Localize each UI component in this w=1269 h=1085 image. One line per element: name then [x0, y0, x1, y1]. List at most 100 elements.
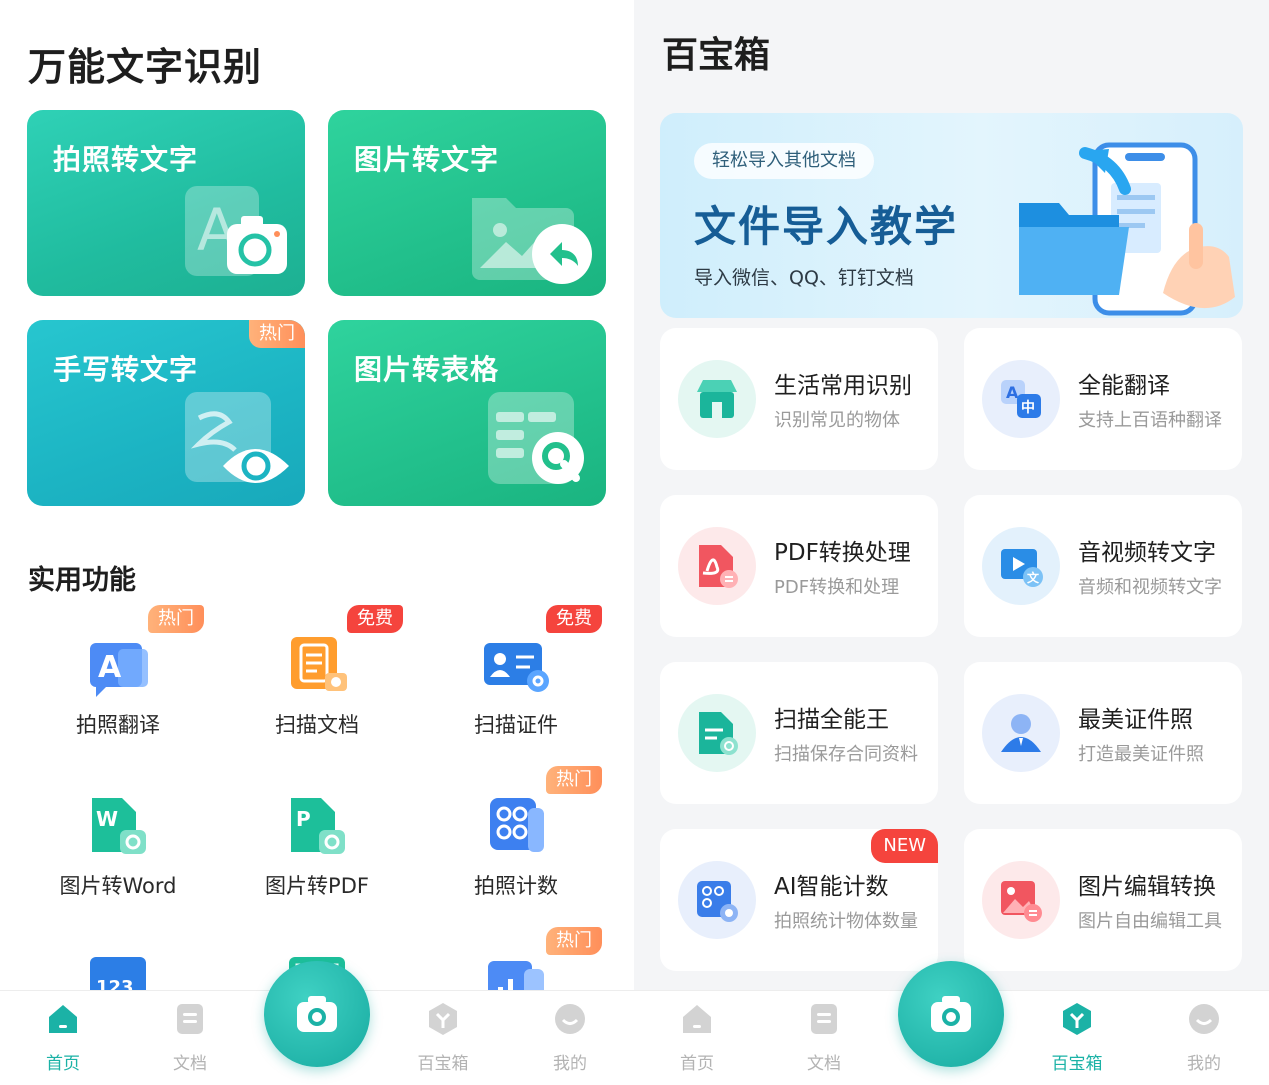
- nav-profile[interactable]: 我的: [1159, 1001, 1249, 1074]
- hot-tag: 热门: [249, 320, 305, 348]
- tool-desc: 打造最美证件照: [1078, 744, 1204, 765]
- profile-icon: [555, 1004, 585, 1034]
- tool-desc: 扫描保存合同资料: [774, 744, 918, 765]
- card-label: 图片转表格: [354, 353, 500, 386]
- video-text-icon: 文: [1001, 549, 1043, 587]
- document-icon: [177, 1004, 203, 1034]
- tool-desc: PDF转换和处理: [774, 577, 900, 598]
- id-card-icon: [484, 643, 549, 692]
- nav-toolbox[interactable]: 百宝箱: [398, 1001, 488, 1074]
- nav-home[interactable]: 首页: [652, 1001, 742, 1074]
- profile-icon: [1189, 1004, 1219, 1034]
- tool-desc: 识别常见的物体: [774, 410, 900, 431]
- nav-label: 百宝箱: [417, 1054, 469, 1074]
- nav-label: 文档: [807, 1054, 841, 1074]
- bottom-nav: 首页 文档 百宝箱 我的: [634, 961, 1269, 1085]
- scan-master-icon: [699, 712, 738, 755]
- bottom-nav: 首页 文档 百宝箱 我的: [0, 961, 634, 1085]
- tool-desc: 支持上百语种翻译: [1078, 410, 1222, 431]
- document-icon: [811, 1004, 837, 1034]
- home-screen: 万能文字识别 拍照转文字 A 图片转文字 手写转文字 热门 图片转表格 实用功能…: [0, 0, 634, 1085]
- scanner-card[interactable]: 扫描全能王 扫描保存合同资料: [660, 662, 938, 804]
- nav-label: 百宝箱: [1051, 1054, 1103, 1074]
- camera-icon: [931, 996, 971, 1032]
- tool-desc: 拍照统计物体数量: [774, 911, 918, 932]
- hot-tag: 热门: [148, 605, 204, 633]
- image-edit-card[interactable]: 图片编辑转换 图片自由编辑工具: [964, 829, 1242, 971]
- pdf-icon: [699, 545, 738, 588]
- camera-button[interactable]: [264, 961, 370, 1067]
- image-to-word-item[interactable]: W 图片转Word: [18, 766, 218, 916]
- nav-label: 文档: [173, 1054, 207, 1074]
- card-label: 拍照转文字: [53, 143, 199, 176]
- camera-text-icon: A: [185, 186, 287, 276]
- life-recognition-card[interactable]: 生活常用识别 识别常见的物体: [660, 328, 938, 470]
- photo-translate-item[interactable]: 热门 A 拍照翻译: [18, 605, 218, 755]
- camera-icon: [297, 996, 337, 1032]
- tool-name: AI智能计数: [774, 874, 889, 900]
- nav-toolbox[interactable]: 百宝箱: [1032, 1001, 1122, 1074]
- table-search-icon: [488, 392, 584, 484]
- image-to-pdf-item[interactable]: P 图片转PDF: [217, 766, 417, 916]
- count-icon: [490, 798, 544, 852]
- scan-document-item[interactable]: 免费 扫描文档: [217, 605, 417, 755]
- page-title: 万能文字识别: [28, 45, 263, 89]
- store-icon: [697, 380, 737, 418]
- nav-label: 我的: [1187, 1054, 1221, 1074]
- photo-count-item[interactable]: 热门 拍照计数: [416, 766, 616, 916]
- func-label: 图片转Word: [59, 874, 177, 898]
- nav-document[interactable]: 文档: [779, 1001, 869, 1074]
- home-icon: [49, 1005, 77, 1033]
- photo-to-text-card[interactable]: 拍照转文字 A: [27, 110, 305, 296]
- image-to-text-card[interactable]: 图片转文字: [328, 110, 606, 296]
- pdf-convert-icon: P: [291, 798, 345, 854]
- ai-count-icon: [697, 881, 738, 922]
- svg-text:A: A: [98, 650, 122, 685]
- nav-label: 首页: [680, 1054, 714, 1074]
- hot-tag: 热门: [546, 927, 602, 955]
- tool-name: 音视频转文字: [1078, 540, 1216, 566]
- tool-desc: 图片自由编辑工具: [1078, 911, 1222, 932]
- new-tag: NEW: [871, 829, 938, 863]
- image-to-table-card[interactable]: 图片转表格: [328, 320, 606, 506]
- translate-photo-icon: A: [90, 643, 148, 697]
- func-label: 图片转PDF: [265, 874, 369, 898]
- toolbox-icon: [429, 1003, 457, 1035]
- card-label: 图片转文字: [354, 143, 500, 176]
- pdf-process-card[interactable]: PDF转换处理 PDF转换和处理: [660, 495, 938, 637]
- image-import-icon: [472, 198, 592, 284]
- nav-home[interactable]: 首页: [18, 1001, 108, 1074]
- handwriting-to-text-card[interactable]: 手写转文字 热门: [27, 320, 305, 506]
- tool-name: 图片编辑转换: [1078, 874, 1216, 900]
- tool-name: 全能翻译: [1078, 373, 1170, 399]
- banner-title: 文件导入教学: [694, 202, 959, 251]
- scan-doc-icon: [291, 637, 347, 691]
- word-convert-icon: W: [92, 798, 146, 854]
- toolbox-screen: 百宝箱 轻松导入其他文档 文件导入教学 导入微信、QQ、钉钉文档 生活常用识别: [634, 0, 1269, 1085]
- scan-id-item[interactable]: 免费 扫描证件: [416, 605, 616, 755]
- banner-subtitle: 导入微信、QQ、钉钉文档: [694, 267, 914, 289]
- camera-button[interactable]: [898, 961, 1004, 1067]
- free-tag: 免费: [347, 605, 403, 633]
- section-title: 实用功能: [28, 565, 136, 596]
- tool-name: 最美证件照: [1078, 707, 1193, 733]
- nav-profile[interactable]: 我的: [525, 1001, 615, 1074]
- func-label: 扫描证件: [474, 713, 558, 737]
- func-label: 拍照翻译: [76, 713, 160, 737]
- svg-text:W: W: [96, 807, 118, 831]
- translate-card[interactable]: A 中 全能翻译 支持上百语种翻译: [964, 328, 1242, 470]
- ai-count-card[interactable]: AI智能计数 拍照统计物体数量 NEW: [660, 829, 938, 971]
- file-import-banner[interactable]: 轻松导入其他文档 文件导入教学 导入微信、QQ、钉钉文档: [660, 113, 1243, 318]
- hot-tag: 热门: [546, 766, 602, 794]
- av-to-text-card[interactable]: 文 音视频转文字 音频和视频转文字: [964, 495, 1242, 637]
- nav-document[interactable]: 文档: [145, 1001, 235, 1074]
- handwriting-eye-icon: [185, 392, 289, 483]
- id-photo-icon: [1001, 714, 1041, 752]
- id-photo-card[interactable]: 最美证件照 打造最美证件照: [964, 662, 1242, 804]
- tool-name: PDF转换处理: [774, 540, 911, 566]
- tool-name: 生活常用识别: [774, 373, 912, 399]
- banner-pill: 轻松导入其他文档: [694, 143, 874, 179]
- nav-label: 我的: [553, 1054, 587, 1074]
- svg-text:中: 中: [1021, 399, 1035, 416]
- tool-desc: 音频和视频转文字: [1078, 577, 1222, 598]
